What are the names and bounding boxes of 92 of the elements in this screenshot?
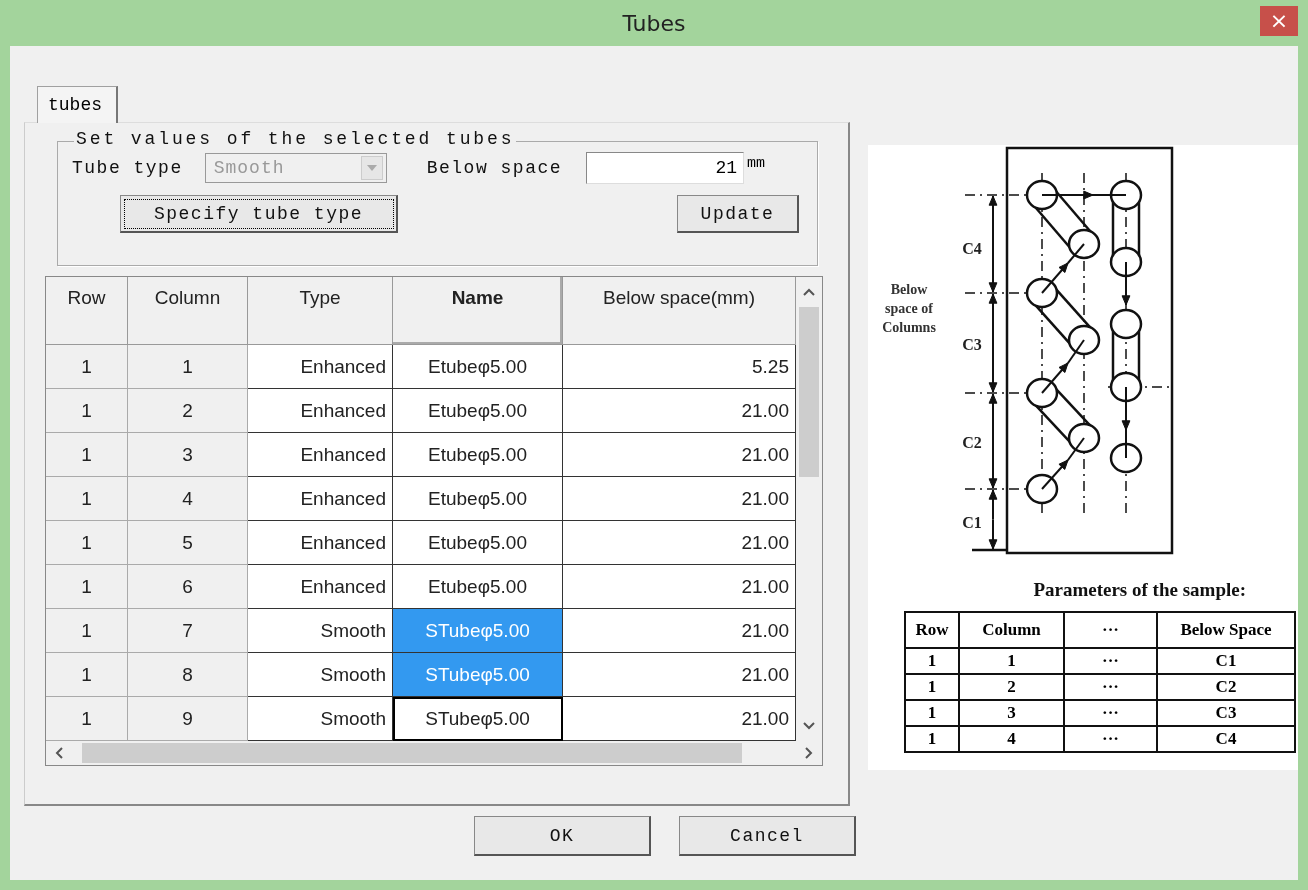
column-header[interactable]: Below space(mm) — [563, 277, 796, 345]
dimension-label: C3 — [962, 336, 982, 353]
row-header-cell: 1 — [46, 697, 128, 741]
dialog-button[interactable]: Cancel — [679, 816, 856, 856]
table-cell: 21.00 — [563, 433, 796, 477]
column-header[interactable]: Row — [46, 277, 128, 345]
row-header-cell: 1 — [46, 477, 128, 521]
table-cell: 21.00 — [563, 477, 796, 521]
table-cell: 1 — [905, 700, 959, 726]
row-header-cell: 8 — [128, 653, 248, 697]
table-cell: Smooth — [248, 697, 393, 741]
dimension-label: C2 — [962, 434, 982, 451]
table-cell[interactable]: Etubeφ5.00 — [393, 389, 563, 433]
table-cell: 21.00 — [563, 697, 796, 741]
table-cell[interactable]: Etubeφ5.00 — [393, 345, 563, 389]
scroll-left-icon[interactable] — [54, 747, 64, 759]
table-cell: 2 — [959, 674, 1064, 700]
sample-title: Parameters of the sample: — [1033, 579, 1246, 601]
row-header-cell: 9 — [128, 697, 248, 741]
table-cell: 4 — [959, 726, 1064, 752]
table-cell: C2 — [1157, 674, 1295, 700]
caret-icon — [366, 165, 377, 171]
below-space-field[interactable]: 21 — [586, 152, 745, 184]
table-cell: C1 — [1157, 648, 1295, 674]
row-header-cell: 5 — [128, 521, 248, 565]
specify-tube-type-button[interactable]: Specify tube type — [120, 195, 398, 233]
row-header-cell: 2 — [128, 389, 248, 433]
row-header-cell: 3 — [128, 433, 248, 477]
tab[interactable]: tubes — [37, 86, 118, 123]
table-cell: 21.00 — [563, 565, 796, 609]
row-header-cell: 6 — [128, 565, 248, 609]
table-cell: ··· — [1064, 726, 1157, 752]
table-header-cell: Column — [959, 612, 1064, 648]
axis-label: Below space of Columns — [881, 281, 937, 337]
table-header-cell: Below Space — [1157, 612, 1295, 648]
table-header-cell: ··· — [1064, 612, 1157, 648]
row-header-cell: 1 — [128, 345, 248, 389]
unit-label: mm — [747, 155, 766, 172]
dialog-button[interactable]: OK — [474, 816, 651, 856]
table-cell: ··· — [1064, 674, 1157, 700]
window-title: Tubes — [622, 10, 686, 36]
table-cell[interactable]: Etubeφ5.00 — [393, 477, 563, 521]
table-cell: ··· — [1064, 700, 1157, 726]
table-cell: ··· — [1064, 648, 1157, 674]
table-header-cell: Row — [905, 612, 959, 648]
table-cell: 21.00 — [563, 609, 796, 653]
table-cell[interactable]: Etubeφ5.00 — [393, 521, 563, 565]
table-cell: C4 — [1157, 726, 1295, 752]
table-cell: 3 — [959, 700, 1064, 726]
table-cell[interactable]: Etubeφ5.00 — [393, 565, 563, 609]
table-cell: Enhanced — [248, 521, 393, 565]
column-header[interactable]: Name — [393, 277, 563, 345]
table-cell: 21.00 — [563, 521, 796, 565]
column-header[interactable]: Type — [248, 277, 393, 345]
scroll-right-icon[interactable] — [804, 747, 814, 759]
table-cell: Enhanced — [248, 433, 393, 477]
table-cell: C3 — [1157, 700, 1295, 726]
row-header-cell: 1 — [46, 653, 128, 697]
scrollbar-thumb[interactable] — [82, 743, 742, 763]
table-cell: 1 — [905, 726, 959, 752]
scrollbar-thumb[interactable] — [798, 307, 819, 477]
table-cell: Enhanced — [248, 477, 393, 521]
row-header-cell: 7 — [128, 609, 248, 653]
scroll-up-icon[interactable] — [802, 287, 815, 297]
row-header-cell: 1 — [46, 433, 128, 477]
table-cell: 1 — [959, 648, 1064, 674]
table-cell: Smooth — [248, 609, 393, 653]
table-cell: 21.00 — [563, 653, 796, 697]
scroll-down-icon[interactable] — [802, 721, 815, 731]
row-header-cell: 1 — [46, 565, 128, 609]
table-cell[interactable]: STubeφ5.00 — [393, 697, 563, 741]
table-cell[interactable]: Etubeφ5.00 — [393, 433, 563, 477]
row-header-cell: 1 — [46, 389, 128, 433]
table-cell: Smooth — [248, 653, 393, 697]
table-cell: Enhanced — [248, 565, 393, 609]
field-label: Below space — [426, 158, 563, 178]
table-cell: Enhanced — [248, 389, 393, 433]
table-cell: 1 — [905, 648, 959, 674]
row-header-cell: 4 — [128, 477, 248, 521]
row-header-cell: 1 — [46, 609, 128, 653]
column-header[interactable]: Column — [128, 277, 248, 345]
dimension-label: C1 — [962, 514, 982, 531]
table-cell: 5.25 — [563, 345, 796, 389]
dimension-label: C4 — [962, 240, 982, 257]
row-header-cell: 1 — [46, 345, 128, 389]
close-button[interactable]: × — [1260, 6, 1298, 36]
table-cell: Enhanced — [248, 345, 393, 389]
table-cell: 1 — [905, 674, 959, 700]
update-button[interactable]: Update — [677, 195, 799, 233]
field-label: Tube type — [72, 158, 183, 178]
table-cell: 21.00 — [563, 389, 796, 433]
row-header-cell: 1 — [46, 521, 128, 565]
